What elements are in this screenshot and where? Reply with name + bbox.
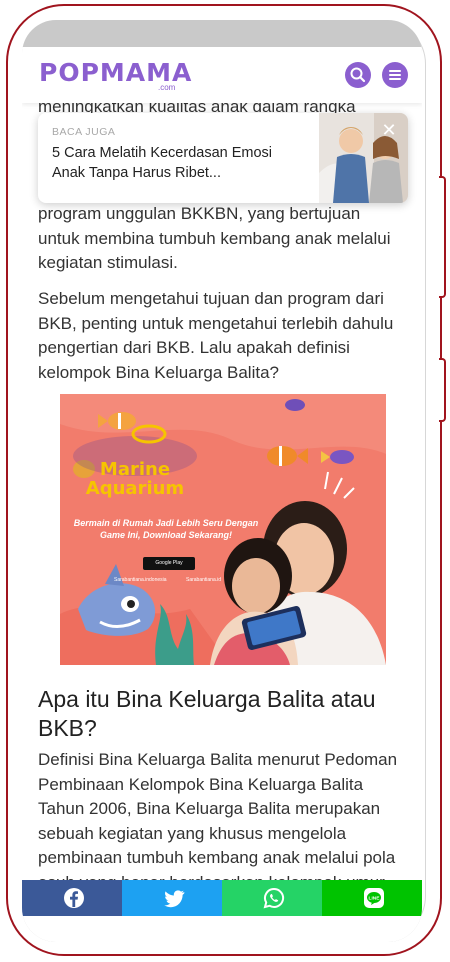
related-title[interactable]: 5 Cara Melatih Kecerdasan Emosi Anak Tan… [52, 143, 284, 183]
ad-social-handle-1: Sarabantiana.indonesia [114, 577, 167, 583]
site-logo-domain: .com [158, 83, 176, 92]
share-whatsapp-button[interactable] [222, 880, 322, 916]
phone-volume-button [439, 176, 446, 298]
svg-text:LINE: LINE [369, 895, 381, 901]
article-paragraph-3: Definisi Bina Keluarga Balita menurut Pe… [38, 750, 398, 892]
search-icon [350, 67, 366, 83]
search-button[interactable] [345, 62, 371, 88]
ad-brand-title: Marine Aquarium [85, 459, 185, 499]
line-icon: LINE [364, 888, 384, 908]
ad-store-badge[interactable]: Google Play [143, 557, 195, 570]
hamburger-icon [389, 70, 401, 80]
related-article-card[interactable]: BACA JUGA 5 Cara Melatih Kecerdasan Emos… [38, 113, 408, 203]
article-paragraph-2: Sebelum mengetahui tujuan dan program da… [38, 289, 394, 382]
article-heading: Apa itu Bina Keluarga Balita atau BKB? [38, 686, 376, 741]
facebook-icon [64, 888, 84, 908]
phone-power-button [439, 358, 446, 422]
twitter-icon [164, 890, 185, 908]
close-icon[interactable]: ✕ [380, 121, 398, 139]
share-line-button[interactable]: LINE [322, 880, 422, 916]
ad-tagline: Bermain di Rumah Jadi Lebih Seru Dengan … [73, 518, 259, 540]
site-header: POPMAMA .com [22, 47, 422, 103]
share-facebook-button[interactable] [22, 880, 122, 916]
phone-screen: meningkatkan kualitas anak dalam rangka … [22, 20, 422, 942]
article-paragraph-1: program unggulan BKKBN, yang bertujuan u… [38, 204, 391, 272]
ad-banner[interactable]: Marine Aquarium Bermain di Rumah Jadi Le… [60, 394, 386, 665]
share-bar: LINE [22, 880, 422, 916]
share-twitter-button[interactable] [122, 880, 222, 916]
browser-viewport: meningkatkan kualitas anak dalam rangka … [22, 47, 422, 942]
menu-button[interactable] [382, 62, 408, 88]
whatsapp-icon [263, 887, 285, 909]
related-label: BACA JUGA [52, 126, 116, 138]
ad-social-handle-2: Sarabantiana.id [186, 577, 222, 583]
